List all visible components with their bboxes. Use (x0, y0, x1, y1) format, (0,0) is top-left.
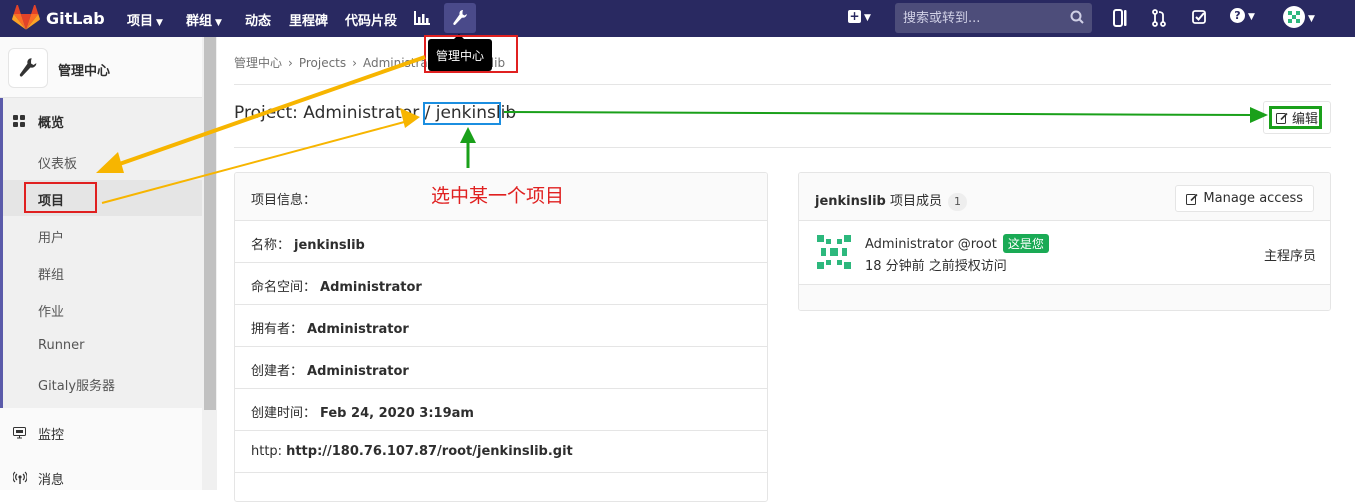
app-name: GitLab (46, 8, 105, 28)
sidebar-item-groups[interactable]: 群组 (38, 264, 64, 283)
breadcrumb-separator: › (352, 56, 357, 70)
page-title-prefix: Project: Administrator / (234, 103, 436, 123)
manage-access-button[interactable]: Manage access (1175, 185, 1314, 212)
top-navbar: GitLab 项目▼ 群组▼ 动态 里程碑 代码片段 +▼ ?▼ ▼ (0, 0, 1355, 37)
info-value[interactable]: http://180.76.107.87/root/jenkinslib.git (286, 444, 573, 459)
info-row-namespace: 命名空间： Administrator (235, 263, 767, 305)
todo-check-icon[interactable] (1192, 9, 1206, 25)
info-row-owner: 拥有者： Administrator (235, 305, 767, 347)
member-avatar[interactable] (815, 233, 853, 271)
info-row-creator: 创建者： Administrator (235, 347, 767, 389)
search-input[interactable] (903, 8, 1063, 28)
sidebar-scrollbar[interactable] (202, 37, 217, 490)
green-arrow-to-edit (503, 107, 1268, 123)
wrench-icon (453, 10, 467, 26)
annotation-red-box-admin (424, 35, 518, 73)
admin-avatar (8, 48, 48, 88)
overview-grid-icon (13, 115, 25, 127)
edit-icon (1186, 193, 1198, 205)
breadcrumb-separator: › (288, 56, 293, 70)
chevron-down-icon: ▼ (864, 13, 871, 23)
nav-activity[interactable]: 动态 (245, 10, 271, 29)
nav-milestones[interactable]: 里程碑 (289, 10, 328, 29)
chevron-down-icon: ▼ (1308, 13, 1315, 24)
members-footer (799, 285, 1330, 310)
info-value[interactable]: Administrator (320, 280, 422, 295)
sidebar-item-gitaly[interactable]: Gitaly服务器 (38, 375, 115, 394)
members-count-badge: 1 (948, 193, 967, 211)
search-icon (1070, 10, 1084, 24)
info-row-created-at: 创建时间： Feb 24, 2020 3:19am (235, 389, 767, 431)
sidebar-item-overview[interactable]: 概览 (38, 112, 64, 131)
user-avatar-icon (1283, 6, 1305, 28)
divider (234, 84, 1331, 85)
sidebar-scrollbar-thumb[interactable] (204, 37, 216, 410)
sidebar-header: 管理中心 (0, 37, 202, 98)
project-info-card: 项目信息： 名称： jenkinslib 命名空间： Administrator 拥… (234, 172, 768, 502)
gitlab-logo[interactable]: GitLab (12, 5, 105, 31)
breadcrumb-admin[interactable]: 管理中心 (234, 56, 282, 70)
help-button[interactable]: ? ▼ (1230, 8, 1255, 23)
annotation-blue-box-project (423, 102, 501, 125)
you-badge: 这是您 (1002, 234, 1049, 253)
breadcrumb-projects[interactable]: Projects (299, 56, 346, 70)
nav-projects[interactable]: 项目 ▼ (127, 10, 163, 29)
annotation-green-box-edit (1269, 106, 1322, 129)
new-item-button[interactable]: + ▼ (848, 9, 871, 24)
manage-access-label: Manage access (1203, 191, 1303, 206)
nav-groups[interactable]: 群组 ▼ (186, 10, 222, 29)
sidebar-item-monitoring[interactable]: 监控 (38, 424, 64, 443)
sidebar-title: 管理中心 (58, 64, 111, 79)
chevron-down-icon: ▼ (215, 18, 222, 28)
info-value: jenkinslib (294, 238, 365, 253)
sidebar-item-jobs[interactable]: 作业 (38, 301, 64, 320)
chevron-down-icon: ▼ (156, 18, 163, 28)
sidebar-item-messages[interactable]: 消息 (38, 469, 64, 488)
admin-area-button[interactable] (444, 3, 476, 33)
member-role: 主程序员 (1263, 249, 1316, 264)
project-members-card: jenkinslib 项目成员 1 Manage access Administr… (798, 172, 1331, 311)
annotation-red-box-projects (24, 182, 97, 213)
breadcrumb-namespace[interactable]: Administra (363, 56, 428, 70)
divider (234, 147, 1331, 148)
info-value[interactable]: Administrator (307, 364, 409, 379)
broadcast-icon (13, 471, 27, 484)
info-row-name: 名称： jenkinslib (235, 221, 767, 263)
member-name[interactable]: Administrator @root 这是您 (865, 234, 1049, 253)
admin-sidebar: 管理中心 概览 仪表板 项目 用户 群组 作业 Runner Gitaly服务器… (0, 37, 217, 490)
sidebar-overview-group (0, 98, 202, 408)
activity-chart-button[interactable] (406, 3, 438, 33)
merge-request-icon[interactable] (1152, 9, 1166, 27)
info-value: Feb 24, 2020 3:19am (320, 406, 474, 421)
sidebar-item-runner[interactable]: Runner (38, 338, 85, 353)
nav-snippets[interactable]: 代码片段 (345, 10, 397, 29)
members-title: jenkinslib 项目成员 1 (815, 190, 967, 211)
chevron-down-icon: ▼ (1248, 12, 1255, 22)
sidebar-item-dashboard[interactable]: 仪表板 (38, 153, 77, 172)
help-icon: ? (1230, 8, 1245, 23)
wrench-icon (19, 58, 37, 77)
annotation-text: 选中某一个项目 (431, 185, 565, 207)
info-row-http: http: http://180.76.107.87/root/jenkinsli… (235, 431, 767, 473)
chart-icon (414, 11, 430, 25)
member-row: Administrator @root 这是您 18 分钟前 之前授权访问 主程序… (799, 221, 1330, 285)
monitor-icon (13, 427, 26, 439)
member-granted: 18 分钟前 之前授权访问 (865, 259, 1007, 274)
info-value[interactable]: Administrator (307, 322, 409, 337)
user-menu-button[interactable]: ▼ (1283, 6, 1315, 28)
search-box[interactable] (895, 3, 1092, 33)
plus-square-icon: + (848, 9, 861, 23)
sidebar-item-users[interactable]: 用户 (38, 227, 64, 246)
sidebar-toggle-icon[interactable] (1113, 9, 1127, 27)
gitlab-tanuki-icon (12, 5, 40, 30)
members-header: jenkinslib 项目成员 1 Manage access (799, 173, 1330, 221)
